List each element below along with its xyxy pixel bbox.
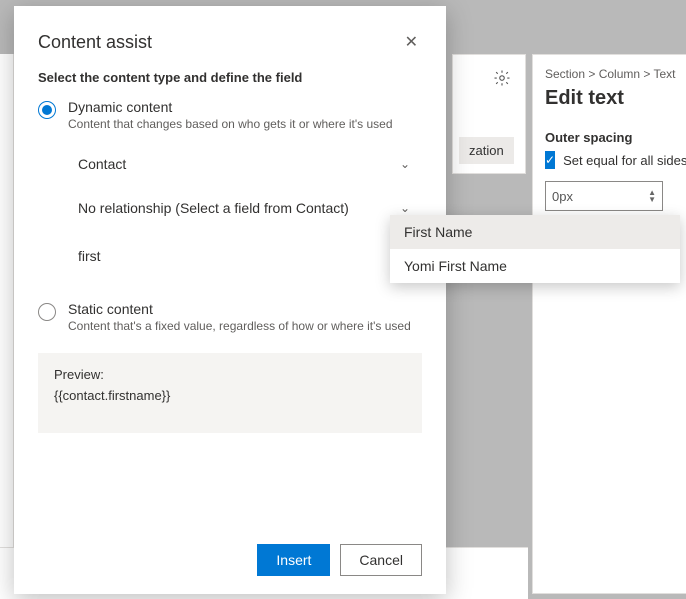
panel-heading: Edit text xyxy=(545,87,674,110)
radio-static[interactable] xyxy=(38,303,56,321)
preview-value: {{contact.firstname}} xyxy=(54,388,406,403)
option-dynamic-label: Dynamic content xyxy=(68,99,422,115)
chevron-down-icon: ⌄ xyxy=(400,157,410,171)
properties-panel: Section > Column > Text Edit text Outer … xyxy=(532,54,686,594)
content-assist-dialog: Content assist ✕ Select the content type… xyxy=(14,6,446,594)
option-static-content[interactable]: Static content Content that's a fixed va… xyxy=(38,301,422,333)
outer-spacing-label: Outer spacing xyxy=(545,130,674,145)
dropdown-item-first-name[interactable]: First Name xyxy=(390,215,680,249)
entity-select-value: Contact xyxy=(78,156,126,172)
relationship-select-value: No relationship (Select a field from Con… xyxy=(78,200,349,216)
entity-select[interactable]: Contact ⌄ xyxy=(78,149,422,179)
bg-left-strip xyxy=(0,54,14,599)
bg-toolbar-area: zation xyxy=(452,54,526,174)
dialog-title: Content assist xyxy=(38,32,152,53)
field-search-input[interactable] xyxy=(78,248,422,264)
breadcrumb[interactable]: Section > Column > Text xyxy=(545,67,674,81)
dialog-subtitle: Select the content type and define the f… xyxy=(38,70,422,85)
close-icon[interactable]: ✕ xyxy=(401,28,422,56)
radio-dynamic[interactable] xyxy=(38,101,56,119)
spacing-spinner[interactable]: 0px ▲▼ xyxy=(545,181,663,211)
checkbox-equal-sides-label: Set equal for all sides xyxy=(563,153,686,168)
option-static-label: Static content xyxy=(68,301,422,317)
field-suggestions-dropdown: First Name Yomi First Name xyxy=(390,215,680,283)
gear-icon[interactable] xyxy=(493,69,511,90)
insert-button[interactable]: Insert xyxy=(257,544,330,576)
bg-tab-personalization[interactable]: zation xyxy=(459,137,514,164)
cancel-button[interactable]: Cancel xyxy=(340,544,422,576)
option-dynamic-content[interactable]: Dynamic content Content that changes bas… xyxy=(38,99,422,131)
spacing-spinner-value: 0px xyxy=(552,189,573,204)
preview-label: Preview: xyxy=(54,367,406,382)
relationship-select[interactable]: No relationship (Select a field from Con… xyxy=(78,193,422,223)
checkbox-equal-sides[interactable]: ✓ xyxy=(545,151,555,169)
chevron-down-icon: ⌄ xyxy=(400,201,410,215)
spinner-buttons[interactable]: ▲▼ xyxy=(648,189,656,203)
option-static-desc: Content that's a fixed value, regardless… xyxy=(68,319,422,333)
dropdown-item-yomi-first-name[interactable]: Yomi First Name xyxy=(390,249,680,283)
preview-box: Preview: {{contact.firstname}} xyxy=(38,353,422,433)
option-dynamic-desc: Content that changes based on who gets i… xyxy=(68,117,422,131)
